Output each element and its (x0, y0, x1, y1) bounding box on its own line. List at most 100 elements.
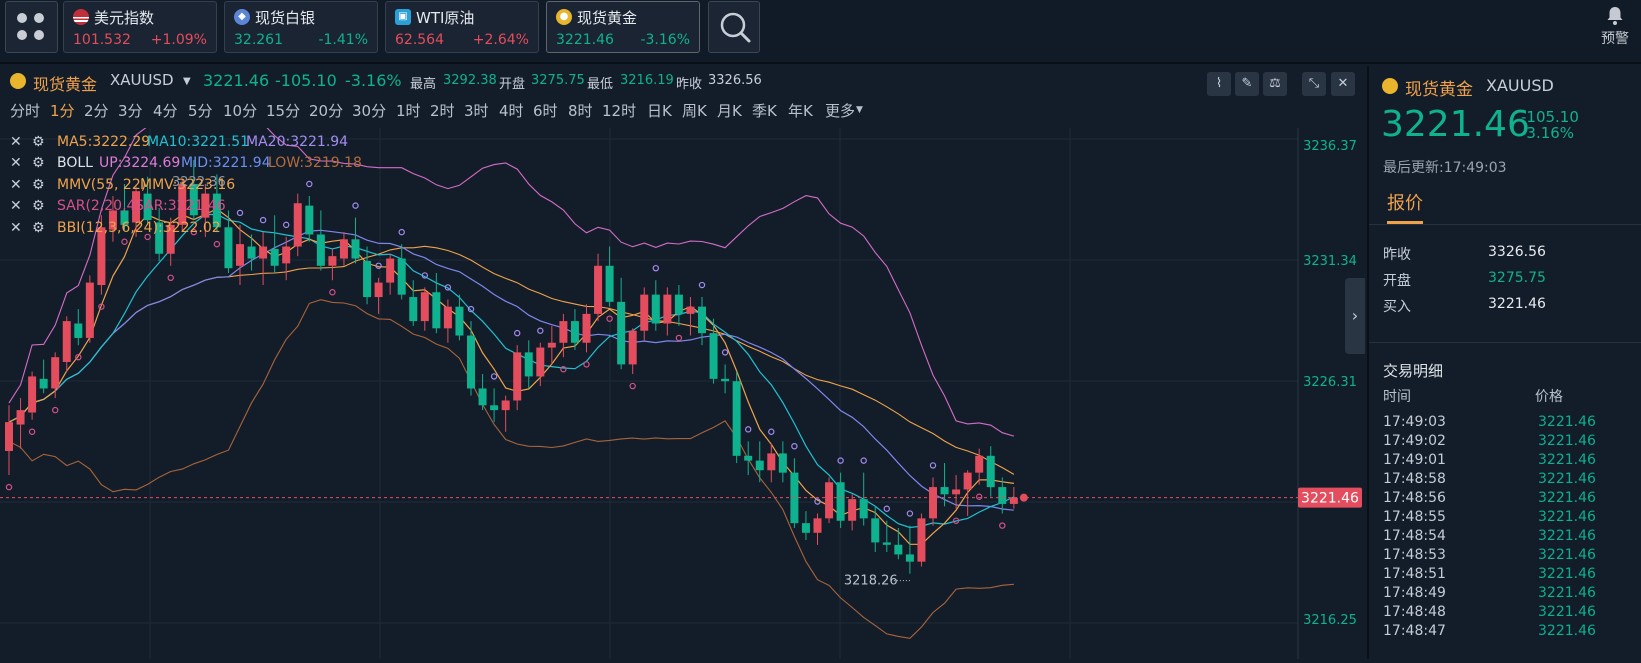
period-tab[interactable]: 15分 (266, 100, 300, 121)
alert-button[interactable]: 预警 (1595, 6, 1635, 48)
gold-icon (10, 73, 26, 89)
quote-label: 开盘 (1383, 273, 1411, 289)
settings-icon[interactable]: ⚙ (32, 198, 45, 214)
candle-body (259, 246, 268, 259)
apps-grid-button[interactable] (5, 1, 58, 53)
period-tab[interactable]: 4分 (153, 100, 178, 121)
candle-body (490, 405, 499, 411)
chart-type-button[interactable]: ⚖ (1263, 72, 1287, 96)
candle-body (836, 482, 845, 521)
sar-name: SAR(2,20,4) (57, 198, 141, 214)
ticker-wti-oil[interactable]: ▣ WTI原油 62.564 +2.64% (385, 1, 539, 53)
candlestick-chart[interactable]: 3221.46 3236.37 3231.34 3226.31 3216.25 3218.… (0, 99, 1365, 659)
period-tab[interactable]: 3分 (118, 100, 143, 121)
period-tab[interactable]: 12时 (602, 100, 636, 121)
period-tab[interactable]: 周K (682, 100, 707, 121)
ticker-change: +2.64% (472, 32, 529, 48)
period-tab[interactable]: 季K (752, 100, 777, 121)
candle-body (432, 292, 441, 329)
candle-body (547, 342, 556, 348)
candle-body (16, 410, 25, 425)
quote-row: 买入 3221.46 (1383, 296, 1546, 316)
period-tab[interactable]: 1分 (50, 100, 75, 121)
ticker-spot-gold[interactable]: ● 现货黄金 3221.46 -3.16% (546, 1, 700, 53)
sar-dot (28, 428, 36, 435)
candle-body (282, 246, 291, 264)
period-tabs: 分时 1分 2分 3分 4分 5分 10分 15分 20分 30分 1时 2时 3时 4时 6时 8时 12时日… (0, 96, 1200, 122)
trade-price: 3221.46 (1538, 547, 1596, 563)
period-tab[interactable]: 20分 (309, 100, 343, 121)
search-icon (720, 12, 751, 43)
close-icon[interactable]: ✕ (10, 134, 22, 150)
quote-value: 3326.56 (1488, 244, 1546, 260)
period-tab[interactable]: 分时 (10, 100, 40, 121)
settings-icon[interactable]: ⚙ (32, 220, 45, 236)
trade-time: 17:48:56 (1383, 490, 1446, 506)
tab-quote[interactable]: 报价 (1387, 189, 1423, 215)
settings-icon[interactable]: ⚙ (32, 155, 45, 171)
panel-symbol-code: XAUUSD (1486, 76, 1554, 95)
draw-tool-button[interactable]: ✎ (1235, 72, 1259, 96)
collapse-button[interactable]: ⤡ (1302, 72, 1326, 96)
candle-body (952, 489, 961, 495)
trade-row: 17:49:03 3221.46 (1383, 414, 1596, 430)
period-tab[interactable]: 月K (717, 100, 742, 121)
ticker-price: 62.564 (395, 32, 444, 48)
chevron-down-icon[interactable]: ▼ (856, 105, 863, 115)
period-tab[interactable]: 3时 (464, 100, 489, 121)
period-tab[interactable]: 1时 (396, 100, 421, 121)
sar-dot (121, 238, 128, 245)
period-tab[interactable]: 年K (788, 100, 813, 121)
period-tab[interactable]: 2时 (430, 100, 455, 121)
symbol-code[interactable]: XAUUSD (110, 71, 174, 89)
candle-body (674, 294, 683, 314)
candle-body (363, 260, 372, 298)
period-tab[interactable]: 日K (647, 100, 672, 121)
close-icon[interactable]: ✕ (10, 177, 22, 193)
settings-icon[interactable]: ⚙ (32, 134, 45, 150)
period-tab[interactable]: 4时 (499, 100, 524, 121)
trade-row: 17:49:02 3221.46 (1383, 433, 1596, 449)
period-tab[interactable]: 更多 (825, 100, 855, 121)
ticker-usd-index[interactable]: 美元指数 101.532 +1.09% (63, 1, 217, 53)
candle-body (767, 453, 776, 471)
close-icon[interactable]: ✕ (10, 220, 22, 236)
sar-dot (514, 329, 521, 337)
candle-body (1009, 497, 1018, 504)
period-tab[interactable]: 2分 (84, 100, 109, 121)
indicator-tool-button[interactable]: ⌇ (1207, 72, 1231, 96)
chart-header: 现货黄金 XAUUSD ▼ 3221.46 -105.10 -3.16% 最高 … (0, 66, 1365, 95)
trade-time: 17:48:49 (1383, 585, 1446, 601)
ticker-silver[interactable]: ◆ 现货白银 32.261 -1.41% (224, 1, 378, 53)
candle-body (605, 265, 614, 302)
trade-time: 17:48:53 (1383, 547, 1446, 563)
settings-icon[interactable]: ⚙ (32, 177, 45, 193)
period-tab[interactable]: 30分 (352, 100, 386, 121)
candle-body (386, 258, 395, 283)
candle-body (247, 246, 256, 259)
candle-body (328, 256, 337, 266)
candle-body (651, 294, 660, 324)
expand-panel-button[interactable]: › (1345, 278, 1365, 354)
candle-body (501, 400, 510, 411)
price-axis-label: 3236.37 (1303, 139, 1357, 154)
trade-row: 17:48:51 3221.46 (1383, 566, 1596, 582)
divider (1369, 224, 1641, 225)
symbol-name[interactable]: 现货黄金 (33, 71, 97, 95)
period-tab[interactable]: 8时 (568, 100, 593, 121)
period-tab[interactable]: 6时 (533, 100, 558, 121)
sar-dot (306, 180, 313, 188)
close-button[interactable]: ✕ (1331, 72, 1355, 96)
ticker-price: 32.261 (234, 32, 283, 48)
search-button[interactable] (708, 1, 760, 53)
ticker-name: 美元指数 (94, 9, 155, 27)
candle-body (732, 381, 741, 456)
trade-time: 17:48:48 (1383, 604, 1446, 620)
candle-body (594, 265, 603, 314)
symbol-dropdown-icon[interactable]: ▼ (183, 76, 191, 87)
close-icon[interactable]: ✕ (10, 155, 22, 171)
close-icon[interactable]: ✕ (10, 198, 22, 214)
period-tab[interactable]: 10分 (223, 100, 257, 121)
period-tab[interactable]: 5分 (188, 100, 213, 121)
gold-icon (1382, 78, 1398, 94)
